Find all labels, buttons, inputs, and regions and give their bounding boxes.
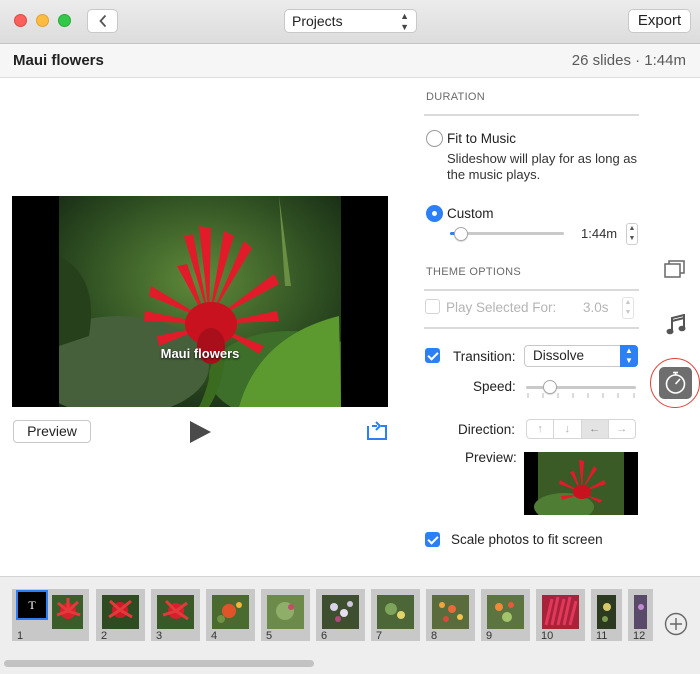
- slide-number: 8: [431, 630, 438, 642]
- theme-options-divider: [424, 289, 639, 291]
- slide-number: 9: [486, 630, 493, 642]
- slide-thumbnail[interactable]: 7: [371, 589, 420, 642]
- back-button[interactable]: [87, 9, 118, 33]
- duration-slider-knob[interactable]: [454, 227, 468, 241]
- transition-dropdown[interactable]: Dissolve ▲ ▼: [524, 345, 638, 367]
- updown-chevron-icon: ▲ ▼: [620, 345, 638, 367]
- slideshow-header: Maui flowers 26 slides · 1:44m: [0, 44, 700, 78]
- direction-label: Direction:: [458, 422, 516, 437]
- flower-thumbnail: [377, 595, 414, 629]
- close-window-button[interactable]: [14, 14, 27, 27]
- slide-thumbnail[interactable]: 4: [206, 589, 255, 642]
- transition-label: Transition:: [453, 349, 516, 364]
- stopwatch-icon: [665, 371, 686, 394]
- arrow-up-icon[interactable]: ↑: [527, 420, 555, 438]
- duration-divider: [424, 114, 639, 116]
- transition-preview-image: [524, 452, 638, 515]
- chevron-left-icon: [98, 14, 106, 28]
- flower-thumbnail: [52, 595, 83, 629]
- slide-number: 7: [376, 630, 383, 642]
- flower-thumbnail: [432, 595, 469, 629]
- updown-chevron-icon: ▲ ▼: [400, 11, 409, 32]
- slideshow-info: 26 slides · 1:44m: [571, 52, 686, 69]
- fit-to-music-label: Fit to Music: [447, 131, 517, 146]
- play-selected-label: Play Selected For:: [446, 300, 557, 315]
- slide-number: 6: [321, 630, 328, 642]
- slide-number: 1: [17, 630, 24, 642]
- flower-thumbnail: [157, 595, 194, 629]
- play-selected-divider: [424, 327, 639, 329]
- scale-photos-checkbox[interactable]: [425, 532, 440, 547]
- slide-number: 5: [266, 630, 273, 642]
- slide-thumbnail[interactable]: 3: [151, 589, 200, 642]
- flower-thumbnail: [597, 595, 616, 629]
- slide-caption: Maui flowers: [160, 346, 240, 361]
- slide-thumbnail[interactable]: 5: [261, 589, 310, 642]
- arrow-down-icon[interactable]: ↓: [554, 420, 582, 438]
- fit-to-music-description: Slideshow will play for as long as the m…: [447, 151, 638, 182]
- flower-thumbnail: [634, 595, 647, 629]
- play-selected-stepper[interactable]: ▲ ▼: [622, 297, 634, 319]
- transition-checkbox[interactable]: [425, 348, 440, 363]
- flower-photo: [59, 196, 341, 407]
- play-icon[interactable]: [188, 420, 212, 444]
- slide-number: 12: [633, 630, 646, 642]
- minimize-window-button[interactable]: [36, 14, 49, 27]
- projects-dropdown[interactable]: Projects ▲ ▼: [284, 9, 417, 33]
- flower-thumbnail: [322, 595, 359, 629]
- slideshow-title: Maui flowers: [13, 52, 104, 69]
- scale-photos-label: Scale photos to fit screen: [451, 532, 603, 547]
- slideshow-viewer: Maui flowers: [12, 196, 388, 407]
- slide-thumbnail[interactable]: 8: [426, 589, 475, 642]
- direction-segmented-control: ↑ ↓ ← →: [526, 419, 636, 439]
- loop-icon[interactable]: [365, 420, 389, 442]
- slide-thumbnail[interactable]: 12: [628, 589, 653, 642]
- duration-heading: DURATION: [426, 91, 486, 103]
- export-button[interactable]: Export: [628, 9, 691, 33]
- speed-label: Speed:: [473, 379, 516, 394]
- duration-stepper[interactable]: ▲ ▼: [626, 223, 638, 245]
- transition-preview-label: Preview:: [465, 450, 517, 465]
- slide-number: 4: [211, 630, 218, 642]
- music-note-icon[interactable]: [666, 314, 686, 336]
- slide-thumbnail[interactable]: 6: [316, 589, 365, 642]
- fit-to-music-radio[interactable]: [426, 130, 443, 147]
- theme-options-heading: THEME OPTIONS: [426, 266, 521, 278]
- duration-panel-button[interactable]: [659, 367, 692, 399]
- speed-slider-ticks: [527, 393, 635, 398]
- zoom-window-button[interactable]: [58, 14, 71, 27]
- slide-number: 2: [101, 630, 108, 642]
- slide-thumbnail[interactable]: 2: [96, 589, 145, 642]
- slide-number: 3: [156, 630, 163, 642]
- arrow-left-icon[interactable]: ←: [581, 420, 609, 438]
- play-selected-value: 3.0s: [583, 300, 609, 315]
- preview-button[interactable]: Preview: [13, 420, 91, 443]
- add-slide-icon[interactable]: [664, 612, 688, 636]
- duration-value: 1:44m: [581, 226, 618, 241]
- filmstrip-scrollbar[interactable]: [4, 660, 314, 667]
- play-selected-checkbox[interactable]: [425, 299, 440, 314]
- slide-thumbnail[interactable]: 10: [536, 589, 585, 642]
- arrow-right-icon[interactable]: →: [609, 420, 635, 438]
- transition-value: Dissolve: [533, 348, 585, 363]
- slide-number: 11: [596, 630, 608, 642]
- speed-slider-knob[interactable]: [543, 380, 557, 394]
- flower-thumbnail: [524, 452, 638, 515]
- flower-thumbnail: [102, 595, 139, 629]
- layers-icon[interactable]: [664, 259, 686, 279]
- slide-thumbnail[interactable]: 11: [591, 589, 622, 642]
- title-slide-thumbnail[interactable]: T: [16, 590, 48, 620]
- slide-number: 10: [541, 630, 554, 642]
- flower-thumbnail: [487, 595, 524, 629]
- flower-thumbnail: [542, 595, 579, 629]
- custom-radio[interactable]: [426, 205, 443, 222]
- projects-dropdown-label: Projects: [292, 13, 343, 29]
- slide-thumbnail[interactable]: 9: [481, 589, 530, 642]
- title-bar: Projects ▲ ▼ Export: [0, 0, 700, 44]
- custom-label: Custom: [447, 206, 494, 221]
- flower-thumbnail: [212, 595, 249, 629]
- flower-thumbnail: [267, 595, 304, 629]
